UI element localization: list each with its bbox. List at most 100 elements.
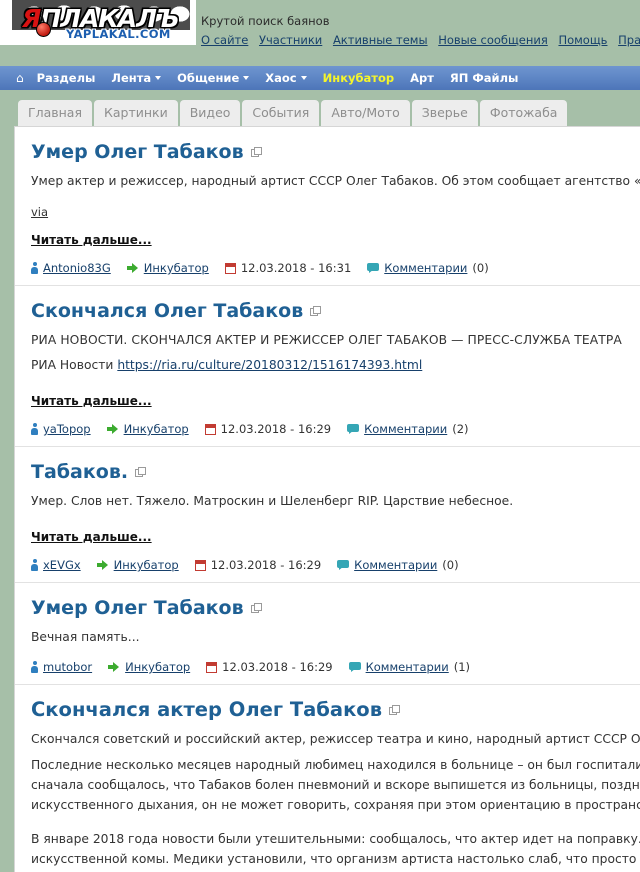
post-forum-link[interactable]: Инкубатор [114, 558, 179, 572]
section-tabbar: Главная Картинки Видео События Авто/Мото… [18, 100, 568, 126]
post-comments-link[interactable]: Комментарии [384, 261, 467, 275]
comment-bubble-icon [347, 424, 360, 434]
calendar-icon [206, 661, 218, 673]
new-window-icon[interactable] [135, 467, 147, 477]
nav-label: Инкубатор [322, 71, 395, 85]
post-forum-link[interactable]: Инкубатор [124, 422, 189, 436]
arrow-right-icon [126, 263, 139, 273]
header-link-rules[interactable]: Правила [618, 33, 640, 47]
calendar-icon [224, 262, 236, 274]
header-link-new-messages[interactable]: Новые сообщения [438, 33, 548, 47]
main-navigation: ⌂ Разделы Лента Общение Хаос Инкубатор А… [0, 66, 640, 90]
post-meta: xEVGx Инкубатор 12.03.2018 - 16:29 Комме… [31, 558, 638, 572]
post-title-link[interactable]: Скончался актер Олег Табаков [31, 698, 638, 722]
arrow-right-icon [108, 662, 120, 672]
post-title-link[interactable]: Умер Олег Табаков [31, 596, 638, 620]
header-link-active-topics[interactable]: Активные темы [333, 33, 428, 47]
via-link[interactable]: via [31, 205, 48, 219]
post-date: 12.03.2018 - 16:29 [222, 660, 333, 674]
site-header: ЯПЛАКАЛЪ YAPLAKAL.COM Крутой поиск баяно… [0, 0, 640, 65]
post-title-link[interactable]: Табаков. [31, 460, 638, 484]
post-date: 12.03.2018 - 16:29 [220, 422, 332, 436]
post-title-link[interactable]: Скончался Олег Табаков [31, 299, 638, 323]
calendar-icon [194, 559, 206, 571]
post-author-link[interactable]: yaTopop [43, 422, 91, 436]
comment-bubble-icon [367, 263, 380, 273]
user-icon [31, 661, 38, 673]
paragraph-line: искусственной комы. Медики установили, ч… [31, 852, 640, 866]
read-more-link[interactable]: Читать дальше... [31, 530, 152, 544]
post-item: Умер Олег Табаков Умер актер и режиссер,… [15, 127, 640, 286]
post-title-link[interactable]: Умер Олег Табаков [31, 140, 638, 164]
user-icon [31, 559, 38, 571]
header-link-about[interactable]: О сайте [201, 33, 248, 47]
tab-sobytiya[interactable]: События [242, 100, 320, 126]
chevron-down-icon [243, 76, 250, 80]
post-comments-count: (0) [472, 261, 489, 275]
post-comments-count: (2) [452, 422, 469, 436]
tab-fotozhaba[interactable]: Фотожаба [479, 100, 568, 126]
new-window-icon[interactable] [389, 705, 401, 715]
nav-item-art[interactable]: Арт [410, 71, 434, 85]
post-comments-link[interactable]: Комментарии [366, 660, 449, 674]
post-item: Табаков. Умер. Слов нет. Тяжело. Матроск… [15, 447, 640, 583]
tab-avto-moto[interactable]: Авто/Мото [321, 100, 410, 126]
post-date: 12.03.2018 - 16:31 [240, 261, 352, 275]
nav-item-inkubator[interactable]: Инкубатор [323, 71, 394, 85]
post-meta: Antonio83G Инкубатор 12.03.2018 - 16:31 … [31, 261, 638, 275]
read-more-link[interactable]: Читать дальше... [31, 233, 152, 247]
post-author-link[interactable]: mutobor [43, 660, 92, 674]
chevron-down-icon [300, 76, 307, 80]
nav-label: Арт [410, 71, 434, 85]
nav-item-yp-files[interactable]: ЯП Файлы [450, 71, 519, 85]
tab-zverye[interactable]: Зверье [411, 100, 478, 126]
comment-bubble-icon [348, 662, 361, 672]
post-comments-link[interactable]: Комментарии [364, 422, 447, 436]
home-icon[interactable]: ⌂ [16, 72, 24, 84]
header-link-help[interactable]: Помощь [558, 33, 607, 47]
nav-item-obshenie[interactable]: Общение [177, 71, 250, 85]
post-source-prefix: РИА Новости [31, 358, 118, 372]
post-lead-paragraph: Скончался советский и российский актер, … [31, 732, 640, 746]
chevron-down-icon [155, 76, 162, 80]
post-title-text: Умер Олег Табаков [31, 597, 244, 619]
post-forum-link[interactable]: Инкубатор [125, 660, 190, 674]
read-more-link[interactable]: Читать дальше... [31, 394, 152, 408]
comment-bubble-icon [337, 560, 350, 570]
post-source-url-link[interactable]: https://ria.ru/culture/20180312/15161743… [117, 358, 422, 372]
tab-video[interactable]: Видео [179, 100, 241, 126]
nav-label: ЯП Файлы [449, 71, 519, 85]
new-window-icon[interactable] [310, 306, 322, 316]
site-logo[interactable]: ЯПЛАКАЛЪ YAPLAKAL.COM [0, 0, 196, 45]
new-window-icon[interactable] [250, 603, 262, 613]
header-link-members[interactable]: Участники [259, 33, 322, 47]
user-icon [31, 262, 38, 274]
post-list: Умер Олег Табаков Умер актер и режиссер,… [14, 126, 640, 872]
paragraph-line: В январе 2018 года новости были утешител… [31, 832, 640, 846]
post-excerpt: Вечная память... [31, 630, 140, 644]
nav-label: Хаос [265, 71, 297, 85]
nav-item-lenta[interactable]: Лента [111, 71, 162, 85]
post-date: 12.03.2018 - 16:29 [210, 558, 322, 572]
post-comments-count: (0) [442, 558, 459, 572]
post-item: Скончался Олег Табаков РИА НОВОСТИ. СКОН… [15, 286, 640, 447]
post-paragraph-2: Последние несколько месяцев народный люб… [31, 755, 640, 815]
nav-item-razdely[interactable]: Разделы [37, 71, 96, 85]
new-window-icon[interactable] [250, 147, 262, 157]
post-meta: yaTopop Инкубатор 12.03.2018 - 16:29 Ком… [31, 422, 638, 436]
paragraph-line: сначала сообщалось, что Табаков болен пн… [31, 778, 640, 792]
page-root: ЯПЛАКАЛЪ YAPLAKAL.COM Крутой поиск баяно… [0, 0, 640, 872]
site-slogan: Крутой поиск баянов [201, 14, 330, 28]
post-author-link[interactable]: xEVGx [43, 558, 81, 572]
post-comments-link[interactable]: Комментарии [354, 558, 437, 572]
paragraph-line: Последние несколько месяцев народный люб… [31, 758, 640, 772]
post-title-text: Скончался Олег Табаков [31, 300, 304, 322]
nav-item-haos[interactable]: Хаос [265, 71, 307, 85]
post-excerpt: Умер. Слов нет. Тяжело. Матроскин и Шеле… [31, 494, 514, 508]
user-icon [31, 423, 38, 435]
post-comments-count: (1) [453, 660, 471, 674]
post-author-link[interactable]: Antonio83G [43, 261, 111, 275]
post-forum-link[interactable]: Инкубатор [144, 261, 209, 275]
tab-kartinki[interactable]: Картинки [94, 100, 178, 126]
tab-glavnaya[interactable]: Главная [18, 100, 92, 126]
